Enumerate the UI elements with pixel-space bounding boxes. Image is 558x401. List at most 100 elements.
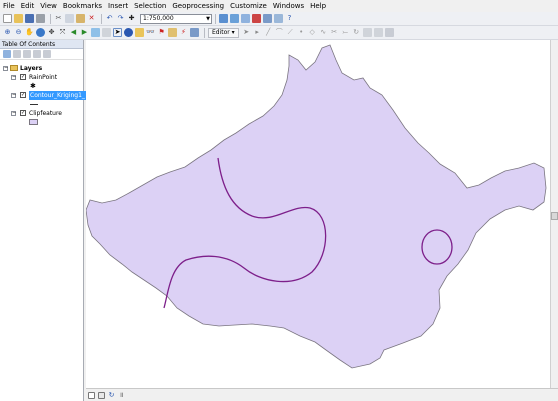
ruler-icon[interactable] xyxy=(168,28,177,37)
menu-insert[interactable]: Insert xyxy=(108,0,128,12)
map-vertical-scrollbar[interactable] xyxy=(550,40,558,388)
reshape-icon[interactable]: ∿ xyxy=(319,28,328,37)
help-icon[interactable]: ? xyxy=(285,14,294,23)
forward-extent-icon[interactable]: ▶ xyxy=(80,28,89,37)
html-popup-icon[interactable] xyxy=(135,28,144,37)
print-icon[interactable] xyxy=(36,14,45,23)
document-icon[interactable] xyxy=(3,14,12,23)
list-by-selection-icon[interactable] xyxy=(33,50,41,58)
toc-layer-contour[interactable]: − ✓ Contour_Kriging1_ xyxy=(0,91,86,100)
menu-bookmarks[interactable]: Bookmarks xyxy=(63,0,102,12)
fill-symbol-icon xyxy=(29,119,38,125)
collapse-icon[interactable]: − xyxy=(11,93,16,98)
model-builder-icon[interactable] xyxy=(274,14,283,23)
map-display[interactable] xyxy=(86,40,550,388)
end-point-arc-icon[interactable]: ⌒ xyxy=(275,28,284,37)
hyperlink-icon[interactable]: ⚡ xyxy=(179,28,188,37)
toc-symbol-rainpoint[interactable]: ✱ xyxy=(0,82,84,91)
search-window-icon[interactable] xyxy=(241,14,250,23)
attributes-icon[interactable] xyxy=(362,28,372,37)
cut-icon[interactable]: ✂ xyxy=(54,14,63,23)
select-features-icon[interactable] xyxy=(91,28,100,37)
copy-icon[interactable] xyxy=(65,14,74,23)
layer-visibility-checkbox[interactable]: ✓ xyxy=(20,92,26,98)
menu-customize[interactable]: Customize xyxy=(230,0,267,12)
menu-selection[interactable]: Selection xyxy=(134,0,166,12)
fixed-zoom-in-icon[interactable]: ✥ xyxy=(47,28,56,37)
arrow-select-icon[interactable]: ➤ xyxy=(113,28,122,37)
arctoolbox-icon[interactable] xyxy=(252,14,261,23)
add-data-icon[interactable]: ✚ xyxy=(127,14,136,23)
edit-tool-icon[interactable]: ➤ xyxy=(242,28,251,37)
standard-toolbar: ✂ ✕ ↶ ↷ ✚ 1:750,000 ▼ ? xyxy=(0,12,558,26)
toc-layers-root[interactable]: − Layers xyxy=(0,64,84,73)
save-icon[interactable] xyxy=(25,14,34,23)
refresh-icon[interactable]: ↻ xyxy=(108,391,115,399)
menu-edit[interactable]: Edit xyxy=(21,0,35,12)
catalog-icon[interactable] xyxy=(230,14,239,23)
zoom-in-icon[interactable]: ⊕ xyxy=(3,28,12,37)
menu-windows[interactable]: Windows xyxy=(273,0,304,12)
data-view-icon[interactable] xyxy=(88,391,95,399)
python-icon[interactable] xyxy=(263,14,272,23)
identify-icon[interactable] xyxy=(124,28,133,37)
trace-icon[interactable]: ⟋ xyxy=(286,28,295,37)
delete-icon[interactable]: ✕ xyxy=(87,14,96,23)
line-symbol-icon xyxy=(30,104,38,105)
toc-options-icon[interactable] xyxy=(43,50,51,58)
toolbar-separator xyxy=(101,13,102,24)
zoom-out-icon[interactable]: ⊖ xyxy=(14,28,23,37)
edit-annotation-icon[interactable]: ▸ xyxy=(253,28,262,37)
collapse-icon[interactable]: − xyxy=(11,75,16,80)
find-route-icon[interactable]: ⚑ xyxy=(157,28,166,37)
rotate-icon[interactable]: ↻ xyxy=(352,28,361,37)
toc-title: Table Of Contents xyxy=(0,40,83,49)
pan-icon[interactable]: ✋ xyxy=(25,28,34,37)
map-canvas[interactable] xyxy=(86,40,550,388)
fixed-zoom-out-icon[interactable]: ⤧ xyxy=(58,28,67,37)
time-slider-icon[interactable] xyxy=(190,28,199,37)
chevron-down-icon: ▼ xyxy=(206,15,210,22)
edit-vertices-icon[interactable]: ◇ xyxy=(308,28,317,37)
menu-view[interactable]: View xyxy=(40,0,57,12)
toc-symbol-clipfeature[interactable] xyxy=(0,118,84,127)
list-by-source-icon[interactable] xyxy=(13,50,21,58)
list-by-visibility-icon[interactable] xyxy=(23,50,31,58)
binoculars-icon[interactable]: 👓 xyxy=(146,28,155,37)
create-features-icon[interactable] xyxy=(384,28,394,37)
collapse-icon[interactable]: − xyxy=(3,66,8,71)
menu-file[interactable]: File xyxy=(3,0,15,12)
clear-selection-icon[interactable] xyxy=(102,28,111,37)
layout-view-icon[interactable] xyxy=(98,391,105,399)
back-extent-icon[interactable]: ◀ xyxy=(69,28,78,37)
layer-visibility-checkbox[interactable]: ✓ xyxy=(20,110,26,116)
globe-icon[interactable] xyxy=(36,28,45,37)
toc-layer-clipfeature[interactable]: − ✓ Clipfeature xyxy=(0,109,84,118)
toc-symbol-contour[interactable] xyxy=(0,100,84,109)
split-icon[interactable]: ⤚ xyxy=(341,28,350,37)
sketch-properties-icon[interactable] xyxy=(373,28,383,37)
clipfeature-polygon[interactable] xyxy=(86,44,547,369)
editor-label: Editor xyxy=(212,28,230,36)
menu-geoprocessing[interactable]: Geoprocessing xyxy=(172,0,224,12)
cut-polygons-icon[interactable]: ✂ xyxy=(330,28,339,37)
editor-toolbar-icon[interactable] xyxy=(219,14,228,23)
paste-icon[interactable] xyxy=(76,14,85,23)
layer-visibility-checkbox[interactable]: ✓ xyxy=(20,74,26,80)
layer-label-selected[interactable]: Contour_Kriging1_ xyxy=(29,91,86,100)
redo-icon[interactable]: ↷ xyxy=(116,14,125,23)
point-icon[interactable]: • xyxy=(297,28,306,37)
folder-icon[interactable] xyxy=(14,14,23,23)
toolbar-separator xyxy=(50,13,51,24)
scrollbar-thumb[interactable] xyxy=(551,212,558,220)
menu-help[interactable]: Help xyxy=(310,0,326,12)
map-scale-combobox[interactable]: 1:750,000 ▼ xyxy=(140,13,212,24)
editor-dropdown-button[interactable]: Editor ▾ xyxy=(208,27,239,38)
collapse-icon[interactable]: − xyxy=(11,111,16,116)
toc-layer-rainpoint[interactable]: − ✓ RainPoint xyxy=(0,73,84,82)
straight-segment-icon[interactable]: ╱ xyxy=(264,28,273,37)
undo-icon[interactable]: ↶ xyxy=(105,14,114,23)
pause-drawing-icon[interactable]: ॥ xyxy=(118,391,125,399)
layers-folder-icon xyxy=(10,65,18,71)
list-by-drawing-order-icon[interactable] xyxy=(3,50,11,58)
